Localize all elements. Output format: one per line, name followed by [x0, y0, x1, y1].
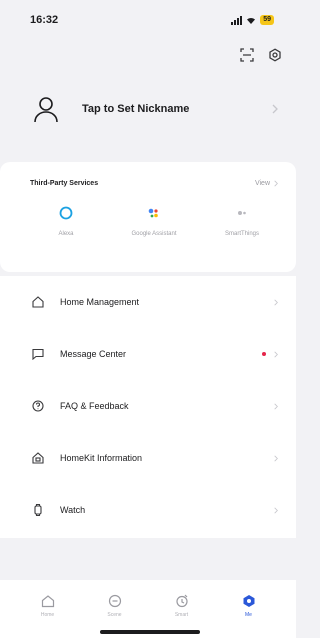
third-party-services-card: Third-Party Services View Alexa Google A… — [0, 162, 296, 272]
scene-tab-icon — [108, 594, 121, 608]
smartthings-icon — [238, 211, 246, 215]
smart-tab-icon — [175, 594, 188, 608]
nickname-label: Tap to Set Nickname — [82, 103, 190, 115]
chevron-right-icon — [274, 351, 278, 357]
menu-item-homekit-information[interactable]: HomeKit Information — [0, 432, 296, 484]
unread-badge — [262, 352, 266, 356]
service-label: Google Assistant — [131, 231, 177, 237]
tab-label: Me — [245, 612, 252, 618]
menu-item-faq-feedback[interactable]: FAQ & Feedback — [0, 380, 296, 432]
status-indicators: 59 — [231, 15, 274, 25]
google-assistant-icon — [148, 208, 158, 218]
message-icon — [32, 348, 44, 360]
tab-label: Scene — [107, 612, 122, 618]
tab-label: Home — [40, 612, 55, 618]
me-tab-icon — [243, 595, 254, 607]
chevron-right-icon — [274, 403, 278, 409]
menu-item-home-management[interactable]: Home Management — [0, 276, 296, 328]
menu-item-label: Home Management — [60, 297, 140, 307]
status-bar: 16:32 59 — [0, 0, 296, 40]
chevron-right-icon — [274, 180, 278, 186]
service-label: SmartThings — [224, 231, 259, 237]
third-party-header: Third-Party Services View — [0, 162, 296, 192]
home-indicator — [100, 630, 200, 634]
third-party-list: Alexa Google Assistant SmartThings — [0, 192, 296, 238]
top-actions — [240, 48, 282, 62]
scan-icon[interactable] — [240, 48, 254, 62]
third-party-more-link[interactable]: View — [255, 180, 278, 187]
tab-label: Smart — [174, 612, 189, 618]
chevron-right-icon — [274, 299, 278, 305]
homekit-icon — [32, 452, 44, 464]
signal-icon — [231, 15, 243, 25]
tab-home[interactable]: Home — [14, 580, 81, 638]
menu-item-label: Message Center — [60, 349, 127, 359]
chevron-right-icon — [272, 104, 278, 114]
home-icon — [32, 296, 44, 308]
menu-item-label: Watch — [60, 505, 86, 515]
alexa-icon — [59, 206, 73, 220]
menu-item-message-center[interactable]: Message Center — [0, 328, 296, 380]
battery-indicator: 59 — [260, 15, 274, 25]
avatar-icon — [34, 97, 58, 123]
home-tab-icon — [41, 595, 54, 608]
settings-icon[interactable] — [268, 48, 282, 62]
wifi-icon — [247, 17, 256, 24]
watch-icon — [34, 504, 42, 516]
faq-icon — [32, 400, 44, 412]
more-label: View — [254, 179, 270, 187]
menu-item-label: HomeKit Information — [60, 453, 143, 463]
service-smartthings[interactable]: SmartThings — [198, 206, 286, 238]
service-alexa[interactable]: Alexa — [22, 206, 110, 238]
third-party-title: Third-Party Services — [30, 179, 99, 187]
menu-card: Home Management Message Center FAQ & Fee… — [0, 276, 296, 538]
service-label: Alexa — [58, 231, 74, 237]
service-google-assistant[interactable]: Google Assistant — [110, 206, 198, 238]
menu-item-label: FAQ & Feedback — [60, 401, 129, 411]
chevron-right-icon — [274, 507, 278, 513]
status-time: 16:32 — [30, 14, 59, 26]
menu-item-watch[interactable]: Watch — [0, 484, 296, 536]
tab-me[interactable]: Me — [215, 580, 282, 638]
chevron-right-icon — [274, 455, 278, 461]
profile-row[interactable]: Tap to Set Nickname — [0, 86, 296, 132]
